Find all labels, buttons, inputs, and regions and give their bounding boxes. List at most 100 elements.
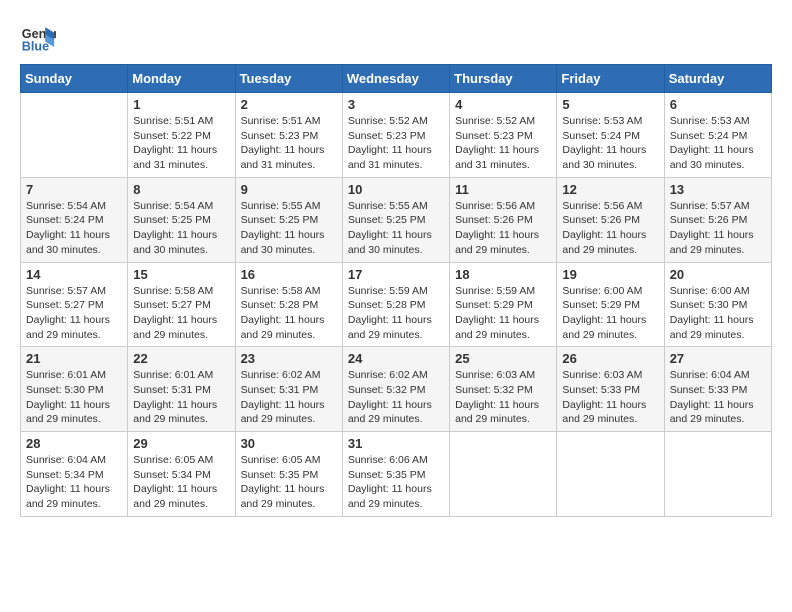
calendar-cell: 5 Sunrise: 5:53 AM Sunset: 5:24 PM Daylig… xyxy=(557,93,664,178)
day-number: 5 xyxy=(562,97,658,112)
calendar-cell: 13 Sunrise: 5:57 AM Sunset: 5:26 PM Dayli… xyxy=(664,177,771,262)
calendar-week-5: 28 Sunrise: 6:04 AM Sunset: 5:34 PM Dayli… xyxy=(21,432,772,517)
day-number: 24 xyxy=(348,351,444,366)
day-number: 22 xyxy=(133,351,229,366)
day-info: Sunrise: 5:52 AM Sunset: 5:23 PM Dayligh… xyxy=(348,114,444,173)
day-number: 28 xyxy=(26,436,122,451)
weekday-header-friday: Friday xyxy=(557,65,664,93)
day-number: 9 xyxy=(241,182,337,197)
page-header: General Blue xyxy=(20,20,772,56)
calendar-cell xyxy=(664,432,771,517)
weekday-header-row: SundayMondayTuesdayWednesdayThursdayFrid… xyxy=(21,65,772,93)
day-number: 16 xyxy=(241,267,337,282)
day-info: Sunrise: 6:02 AM Sunset: 5:31 PM Dayligh… xyxy=(241,368,337,427)
day-number: 12 xyxy=(562,182,658,197)
day-number: 10 xyxy=(348,182,444,197)
day-number: 3 xyxy=(348,97,444,112)
day-number: 11 xyxy=(455,182,551,197)
calendar-header: SundayMondayTuesdayWednesdayThursdayFrid… xyxy=(21,65,772,93)
calendar-cell: 24Sunrise: 6:02 AM Sunset: 5:32 PM Dayli… xyxy=(342,347,449,432)
day-info: Sunrise: 6:04 AM Sunset: 5:33 PM Dayligh… xyxy=(670,368,766,427)
day-info: Sunrise: 5:59 AM Sunset: 5:28 PM Dayligh… xyxy=(348,284,444,343)
day-info: Sunrise: 6:03 AM Sunset: 5:33 PM Dayligh… xyxy=(562,368,658,427)
day-number: 13 xyxy=(670,182,766,197)
calendar-cell xyxy=(21,93,128,178)
calendar-cell: 11 Sunrise: 5:56 AM Sunset: 5:26 PM Dayli… xyxy=(450,177,557,262)
calendar-cell: 26 Sunrise: 6:03 AM Sunset: 5:33 PM Dayli… xyxy=(557,347,664,432)
day-number: 26 xyxy=(562,351,658,366)
calendar-table: SundayMondayTuesdayWednesdayThursdayFrid… xyxy=(20,64,772,517)
calendar-cell: 15 Sunrise: 5:58 AM Sunset: 5:27 PM Dayli… xyxy=(128,262,235,347)
day-number: 20 xyxy=(670,267,766,282)
day-number: 23 xyxy=(241,351,337,366)
calendar-cell: 3 Sunrise: 5:52 AM Sunset: 5:23 PM Daylig… xyxy=(342,93,449,178)
day-number: 25 xyxy=(455,351,551,366)
day-info: Sunrise: 6:04 AM Sunset: 5:34 PM Dayligh… xyxy=(26,453,122,512)
day-number: 2 xyxy=(241,97,337,112)
calendar-body: 1Sunrise: 5:51 AM Sunset: 5:22 PM Daylig… xyxy=(21,93,772,517)
day-info: Sunrise: 6:03 AM Sunset: 5:32 PM Dayligh… xyxy=(455,368,551,427)
day-info: Sunrise: 6:05 AM Sunset: 5:35 PM Dayligh… xyxy=(241,453,337,512)
day-number: 21 xyxy=(26,351,122,366)
day-number: 27 xyxy=(670,351,766,366)
calendar-cell xyxy=(450,432,557,517)
calendar-cell: 30 Sunrise: 6:05 AM Sunset: 5:35 PM Dayli… xyxy=(235,432,342,517)
calendar-cell: 2 Sunrise: 5:51 AM Sunset: 5:23 PM Daylig… xyxy=(235,93,342,178)
calendar-cell: 10 Sunrise: 5:55 AM Sunset: 5:25 PM Dayli… xyxy=(342,177,449,262)
calendar-cell: 23 Sunrise: 6:02 AM Sunset: 5:31 PM Dayli… xyxy=(235,347,342,432)
day-number: 30 xyxy=(241,436,337,451)
day-info: Sunrise: 6:00 AM Sunset: 5:29 PM Dayligh… xyxy=(562,284,658,343)
calendar-cell: 19 Sunrise: 6:00 AM Sunset: 5:29 PM Dayli… xyxy=(557,262,664,347)
day-number: 6 xyxy=(670,97,766,112)
day-info: Sunrise: 6:01 AM Sunset: 5:31 PM Dayligh… xyxy=(133,368,229,427)
weekday-header-wednesday: Wednesday xyxy=(342,65,449,93)
weekday-header-tuesday: Tuesday xyxy=(235,65,342,93)
day-info: Sunrise: 5:55 AM Sunset: 5:25 PM Dayligh… xyxy=(348,199,444,258)
day-info: Sunrise: 5:57 AM Sunset: 5:26 PM Dayligh… xyxy=(670,199,766,258)
weekday-header-sunday: Sunday xyxy=(21,65,128,93)
calendar-cell: 16Sunrise: 5:58 AM Sunset: 5:28 PM Dayli… xyxy=(235,262,342,347)
day-info: Sunrise: 5:51 AM Sunset: 5:23 PM Dayligh… xyxy=(241,114,337,173)
day-info: Sunrise: 5:56 AM Sunset: 5:26 PM Dayligh… xyxy=(455,199,551,258)
calendar-cell: 28 Sunrise: 6:04 AM Sunset: 5:34 PM Dayli… xyxy=(21,432,128,517)
day-info: Sunrise: 6:00 AM Sunset: 5:30 PM Dayligh… xyxy=(670,284,766,343)
day-info: Sunrise: 5:52 AM Sunset: 5:23 PM Dayligh… xyxy=(455,114,551,173)
calendar-week-4: 21 Sunrise: 6:01 AM Sunset: 5:30 PM Dayli… xyxy=(21,347,772,432)
day-info: Sunrise: 5:53 AM Sunset: 5:24 PM Dayligh… xyxy=(562,114,658,173)
calendar-cell: 1Sunrise: 5:51 AM Sunset: 5:22 PM Daylig… xyxy=(128,93,235,178)
day-info: Sunrise: 5:55 AM Sunset: 5:25 PM Dayligh… xyxy=(241,199,337,258)
day-number: 8 xyxy=(133,182,229,197)
day-number: 14 xyxy=(26,267,122,282)
day-info: Sunrise: 6:01 AM Sunset: 5:30 PM Dayligh… xyxy=(26,368,122,427)
calendar-cell: 25 Sunrise: 6:03 AM Sunset: 5:32 PM Dayli… xyxy=(450,347,557,432)
calendar-cell: 8Sunrise: 5:54 AM Sunset: 5:25 PM Daylig… xyxy=(128,177,235,262)
day-info: Sunrise: 5:53 AM Sunset: 5:24 PM Dayligh… xyxy=(670,114,766,173)
svg-text:Blue: Blue xyxy=(22,40,49,54)
day-info: Sunrise: 6:05 AM Sunset: 5:34 PM Dayligh… xyxy=(133,453,229,512)
day-number: 19 xyxy=(562,267,658,282)
day-info: Sunrise: 6:06 AM Sunset: 5:35 PM Dayligh… xyxy=(348,453,444,512)
day-info: Sunrise: 5:59 AM Sunset: 5:29 PM Dayligh… xyxy=(455,284,551,343)
calendar-cell: 17Sunrise: 5:59 AM Sunset: 5:28 PM Dayli… xyxy=(342,262,449,347)
day-info: Sunrise: 5:58 AM Sunset: 5:27 PM Dayligh… xyxy=(133,284,229,343)
day-info: Sunrise: 5:57 AM Sunset: 5:27 PM Dayligh… xyxy=(26,284,122,343)
weekday-header-thursday: Thursday xyxy=(450,65,557,93)
calendar-cell: 27 Sunrise: 6:04 AM Sunset: 5:33 PM Dayli… xyxy=(664,347,771,432)
weekday-header-saturday: Saturday xyxy=(664,65,771,93)
calendar-cell: 12 Sunrise: 5:56 AM Sunset: 5:26 PM Dayli… xyxy=(557,177,664,262)
day-number: 15 xyxy=(133,267,229,282)
day-info: Sunrise: 5:51 AM Sunset: 5:22 PM Dayligh… xyxy=(133,114,229,173)
calendar-cell: 9 Sunrise: 5:55 AM Sunset: 5:25 PM Daylig… xyxy=(235,177,342,262)
day-info: Sunrise: 5:54 AM Sunset: 5:24 PM Dayligh… xyxy=(26,199,122,258)
calendar-cell: 31Sunrise: 6:06 AM Sunset: 5:35 PM Dayli… xyxy=(342,432,449,517)
day-info: Sunrise: 5:56 AM Sunset: 5:26 PM Dayligh… xyxy=(562,199,658,258)
day-number: 4 xyxy=(455,97,551,112)
calendar-cell: 22 Sunrise: 6:01 AM Sunset: 5:31 PM Dayli… xyxy=(128,347,235,432)
calendar-cell: 7Sunrise: 5:54 AM Sunset: 5:24 PM Daylig… xyxy=(21,177,128,262)
calendar-cell: 18 Sunrise: 5:59 AM Sunset: 5:29 PM Dayli… xyxy=(450,262,557,347)
day-number: 18 xyxy=(455,267,551,282)
calendar-cell xyxy=(557,432,664,517)
day-number: 29 xyxy=(133,436,229,451)
calendar-week-1: 1Sunrise: 5:51 AM Sunset: 5:22 PM Daylig… xyxy=(21,93,772,178)
logo: General Blue xyxy=(20,20,56,56)
